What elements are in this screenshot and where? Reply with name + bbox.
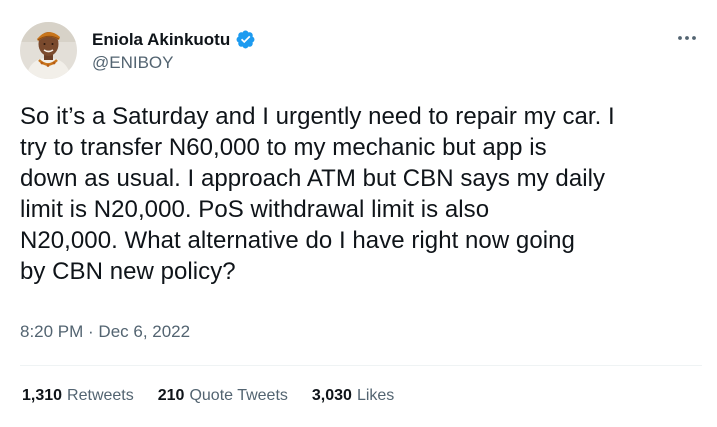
tweet-text-line: by CBN new policy? [20,258,236,285]
likes-count: 3,030 [311,387,352,404]
retweets-label: Retweets [67,387,134,404]
likes-label: Likes [356,387,395,404]
tweet-stats: 1,310 Retweets 210 Quote Tweets 3,030 Li… [22,386,394,406]
quote-tweets-stat[interactable]: 210 Quote Tweets [158,386,288,406]
verified-badge-icon [235,29,256,50]
author-avatar[interactable] [20,22,77,79]
avatar-image [20,22,77,79]
author-name-row: Eniola Akinkuotu [92,29,256,50]
tweet-text-line: N20,000. What alternative do I have righ… [20,227,575,254]
quote-tweets-count: 210 [157,387,185,404]
tweet-card: Eniola Akinkuotu @ENIBOY So it’s a Satur… [0,0,717,427]
tweet-text-line: So it’s a Saturday and I urgently need t… [20,103,615,130]
tweet-text-line: try to transfer N60,000 to my mechanic b… [20,134,547,161]
author-name[interactable]: Eniola Akinkuotu [92,30,230,50]
retweets-stat[interactable]: 1,310 Retweets [22,386,134,406]
more-options-button[interactable] [672,25,702,51]
retweets-count: 1,310 [22,387,63,404]
likes-stat[interactable]: 3,030 Likes [312,386,394,406]
tweet-text-line: down as usual. I approach ATM but CBN sa… [20,165,606,192]
tweet-timestamp[interactable]: 8:20 PM · Dec 6, 2022 [20,321,190,343]
author-handle[interactable]: @ENIBOY [92,53,174,73]
divider [20,365,702,366]
tweet-text: So it’s a Saturday and I urgently need t… [20,101,710,287]
quote-tweets-label: Quote Tweets [189,387,288,404]
tweet-text-line: limit is N20,000. PoS withdrawal limit i… [20,196,490,223]
ellipsis-icon [678,36,696,40]
